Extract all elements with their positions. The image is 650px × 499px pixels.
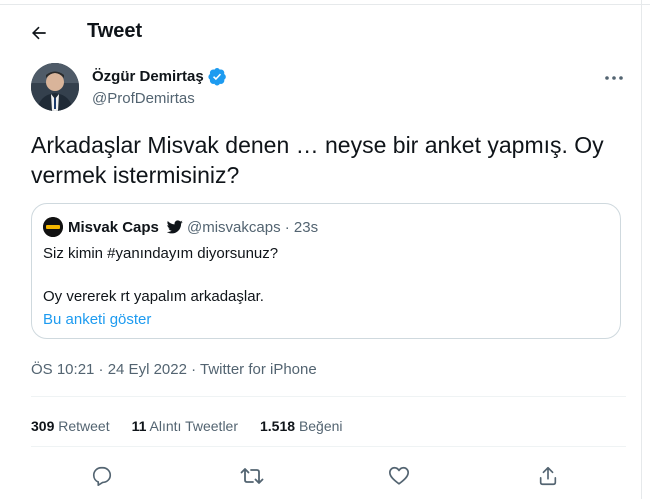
retweet-button[interactable] <box>240 465 264 489</box>
likes-label: Beğeni <box>298 418 343 434</box>
share-button[interactable] <box>537 465 561 489</box>
author-name-text: Özgür Demirtaş <box>92 68 204 85</box>
reply-button[interactable] <box>91 465 115 489</box>
quotes-label: Alıntı Tweetler <box>149 418 238 434</box>
more-horizontal-icon <box>605 76 623 80</box>
verified-badge-icon <box>208 67 226 86</box>
quoted-tweet[interactable]: Misvak Caps @misvakcaps · 23s Siz kimin … <box>31 203 621 339</box>
author-handle[interactable]: @ProfDemirtas <box>92 90 195 107</box>
quoted-author-name: Misvak Caps <box>68 219 159 236</box>
back-button[interactable] <box>22 18 56 48</box>
window-top-border <box>0 0 650 5</box>
tweet-meta: ÖS 10:21 · 24 Eyl 2022 · Twitter for iPh… <box>31 361 317 378</box>
author-name[interactable]: Özgür Demirtaş <box>92 67 227 86</box>
retweet-icon <box>240 468 264 484</box>
bird-icon <box>167 220 183 234</box>
divider <box>31 446 626 447</box>
more-options-button[interactable] <box>600 66 628 90</box>
quoted-text-line2: Oy vererek rt yapalım arkadaşlar. <box>43 288 264 305</box>
retweets-label: Retweet <box>58 418 110 434</box>
quoted-avatar <box>43 217 63 237</box>
header: Tweet <box>0 10 640 56</box>
quotes-count: 11 <box>131 418 147 434</box>
quotes-stat[interactable]: 11 Alıntı Tweetler <box>132 418 238 434</box>
likes-count: 1.518 <box>260 418 296 434</box>
likes-stat[interactable]: 1.518 Beğeni <box>260 418 343 434</box>
tweet-stats: 309 Retweet 11 Alıntı Tweetler 1.518 Beğ… <box>31 418 343 434</box>
avatar[interactable] <box>31 63 79 111</box>
retweets-count: 309 <box>31 418 55 434</box>
arrow-left-icon <box>32 26 46 40</box>
divider <box>31 396 626 397</box>
share-icon <box>539 466 557 486</box>
like-button[interactable] <box>388 465 412 489</box>
retweets-stat[interactable]: 309 Retweet <box>31 418 110 434</box>
avatar-photo <box>31 63 79 111</box>
column-right-border <box>641 0 642 499</box>
show-poll-link[interactable]: Bu anketi göster <box>43 311 151 328</box>
tweet-text: Arkadaşlar Misvak denen … neyse bir anke… <box>31 132 604 188</box>
like-icon <box>389 466 409 485</box>
page-title: Tweet <box>87 20 143 42</box>
quoted-text-line1: Siz kimin #yanındayım diyorsunuz? <box>43 245 279 262</box>
reply-icon <box>92 466 112 486</box>
quoted-avatar-logo <box>43 217 63 237</box>
quoted-handle: @misvakcaps · 23s <box>187 219 319 236</box>
